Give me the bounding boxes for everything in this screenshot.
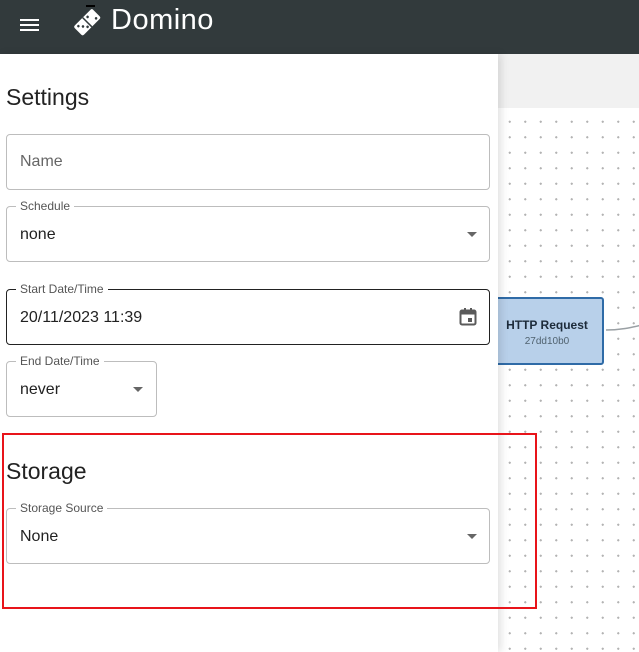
calendar-icon[interactable]: [458, 307, 478, 327]
schedule-select[interactable]: Schedule none: [6, 199, 490, 262]
end-datetime-select[interactable]: End Date/Time never: [6, 354, 157, 417]
settings-title: Settings: [6, 84, 90, 110]
storage-title: Storage: [6, 458, 87, 484]
workflow-canvas[interactable]: [498, 108, 639, 652]
storage-source-label: Storage Source: [16, 501, 108, 515]
storage-source-select[interactable]: Storage Source None: [6, 501, 490, 564]
name-placeholder: Name: [20, 153, 63, 170]
name-field[interactable]: Name: [6, 134, 490, 190]
schedule-label: Schedule: [16, 199, 75, 213]
start-datetime-label: Start Date/Time: [16, 282, 108, 296]
start-datetime-field[interactable]: Start Date/Time 20/11/2023 11:39: [6, 282, 490, 345]
hamburger-menu-icon[interactable]: [18, 13, 42, 37]
end-datetime-label: End Date/Time: [16, 354, 104, 368]
top-app-bar: Domino: [0, 0, 639, 54]
end-datetime-value: never: [20, 381, 61, 398]
node-connection-edge: [606, 324, 639, 331]
app-title: Domino: [111, 4, 214, 36]
node-title: HTTP Request: [506, 318, 588, 332]
http-request-node[interactable]: HTTP Request 27dd10b0: [490, 297, 604, 365]
chevron-down-icon: [133, 387, 143, 392]
canvas-toolbar-area: [498, 54, 639, 108]
storage-source-value: None: [20, 528, 59, 545]
start-datetime-value: 20/11/2023 11:39: [20, 309, 143, 326]
schedule-value: none: [20, 226, 56, 243]
chevron-down-icon: [467, 232, 477, 237]
settings-sidebar: Settings Name Schedule none Start Date/T…: [0, 54, 498, 652]
node-id: 27dd10b0: [524, 336, 570, 347]
chevron-down-icon: [467, 534, 477, 539]
domino-logo-icon: [74, 5, 101, 36]
